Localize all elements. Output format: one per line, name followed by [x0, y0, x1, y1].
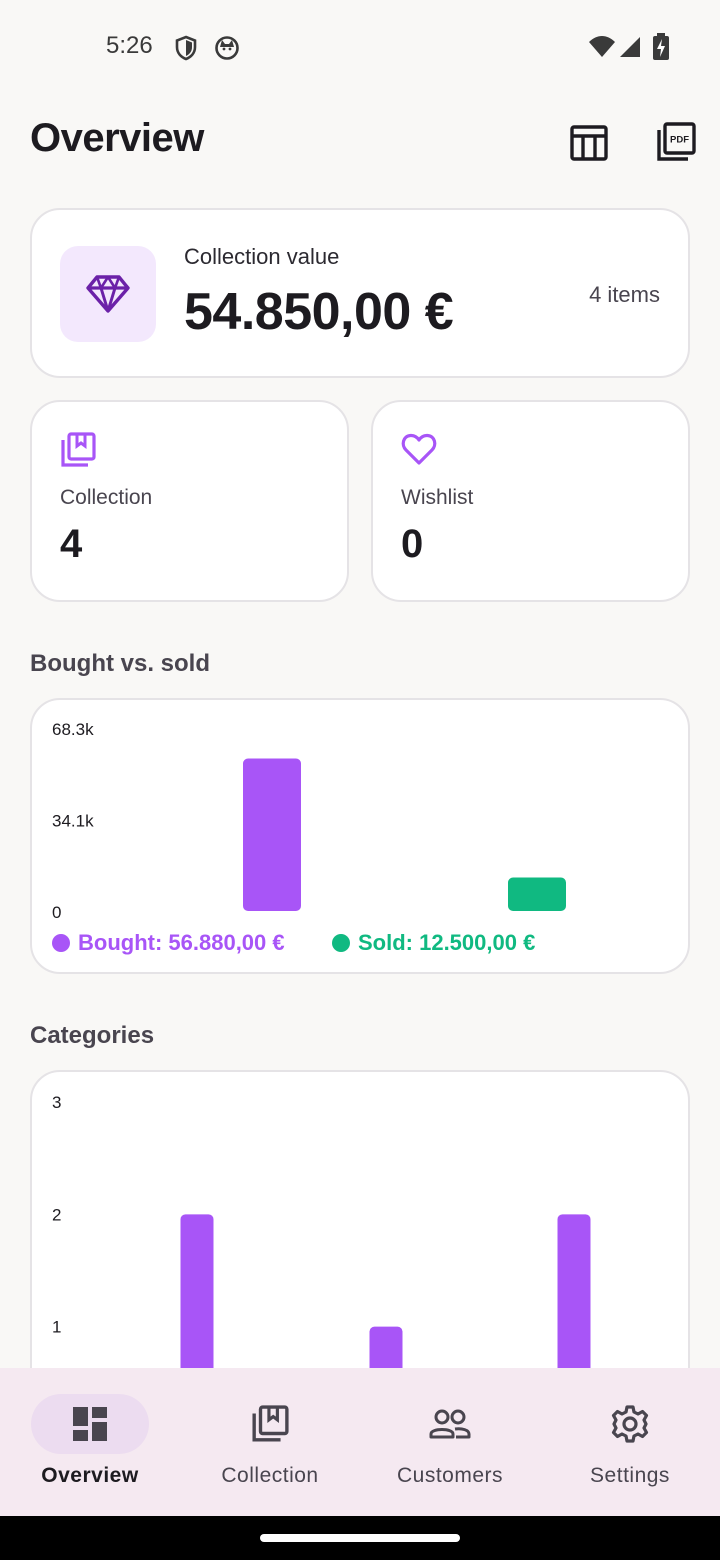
collection-icon	[252, 1405, 289, 1442]
cat-icon	[214, 35, 240, 66]
y-tick-label: 1	[52, 1318, 61, 1337]
status-time: 5:26	[106, 32, 153, 59]
nav-item-customers[interactable]: Customers	[360, 1368, 540, 1516]
nav-item-settings[interactable]: Settings	[540, 1368, 720, 1516]
wishlist-stat-label: Wishlist	[401, 486, 474, 509]
diamond-icon	[86, 275, 130, 313]
nav-label-settings: Settings	[590, 1464, 670, 1487]
categories-title: Categories	[30, 1022, 155, 1049]
svg-text:PDF: PDF	[670, 135, 689, 146]
y-tick-label: 2	[52, 1205, 61, 1224]
nav-item-collection[interactable]: Collection	[180, 1368, 360, 1516]
bought-vs-sold-title: Bought vs. sold	[30, 650, 210, 677]
collection-value-card[interactable]: Collection value 54.850,00 € 4 items	[30, 208, 690, 378]
wifi-icon	[588, 35, 616, 64]
y-tick-label: 3	[52, 1093, 61, 1112]
nav-settings-indicator	[571, 1394, 689, 1454]
y-tick-label: 0	[52, 903, 61, 922]
collection-stat-label: Collection	[60, 486, 153, 509]
collection-stat-card[interactable]: Collection 4	[30, 400, 349, 602]
battery-charging-icon	[652, 33, 670, 66]
bought-vs-sold-chart: 0 34.1k 68.3k	[52, 720, 566, 922]
status-bar: 5:26	[0, 0, 720, 96]
collection-value-icon-box	[60, 246, 156, 342]
bar-bought	[243, 758, 301, 911]
nav-collection-indicator	[211, 1394, 329, 1454]
bottom-navigation: Overview Collection Customers Settings	[0, 1368, 720, 1516]
legend-sold-dot	[332, 934, 350, 952]
legend-sold: Sold: 12.500,00 €	[332, 930, 535, 956]
nav-overview-indicator	[31, 1394, 149, 1454]
collection-icon	[60, 432, 96, 473]
nav-customers-indicator	[391, 1394, 509, 1454]
heart-icon	[401, 432, 437, 471]
bought-vs-sold-card: 0 34.1k 68.3k Bought: 56.880,00 € Sold: 12…	[30, 698, 690, 974]
collection-value-label: Collection value	[184, 244, 340, 269]
home-gesture-handle[interactable]	[260, 1534, 460, 1542]
bar-sold	[508, 877, 566, 911]
table-icon	[570, 125, 608, 161]
wishlist-stat-value: 0	[401, 522, 424, 566]
pdf-icon: PDF	[657, 122, 696, 161]
legend-bought: Bought: 56.880,00 €	[52, 930, 285, 956]
signal-icon	[618, 35, 642, 64]
gesture-bar	[0, 1516, 720, 1560]
nav-label-collection: Collection	[221, 1464, 319, 1487]
y-tick-label: 34.1k	[52, 812, 94, 831]
shield-icon	[174, 35, 198, 66]
page-title: Overview	[30, 116, 204, 160]
nav-label-overview: Overview	[41, 1464, 139, 1487]
dashboard-icon	[73, 1407, 107, 1441]
legend-bought-dot	[52, 934, 70, 952]
collection-stat-value: 4	[60, 522, 83, 566]
gear-icon	[611, 1405, 649, 1443]
wishlist-stat-card[interactable]: Wishlist 0	[371, 400, 690, 602]
legend-bought-label: Bought: 56.880,00 €	[78, 930, 285, 955]
y-tick-label: 68.3k	[52, 720, 94, 739]
collection-value-amount: 54.850,00 €	[184, 283, 454, 341]
legend-sold-label: Sold: 12.500,00 €	[358, 930, 536, 955]
nav-item-overview[interactable]: Overview	[0, 1368, 180, 1516]
table-view-button[interactable]	[566, 120, 612, 166]
export-pdf-button[interactable]: PDF	[652, 118, 700, 166]
nav-label-customers: Customers	[396, 1464, 504, 1487]
people-icon	[429, 1409, 471, 1439]
collection-item-count: 4 items	[589, 282, 660, 307]
